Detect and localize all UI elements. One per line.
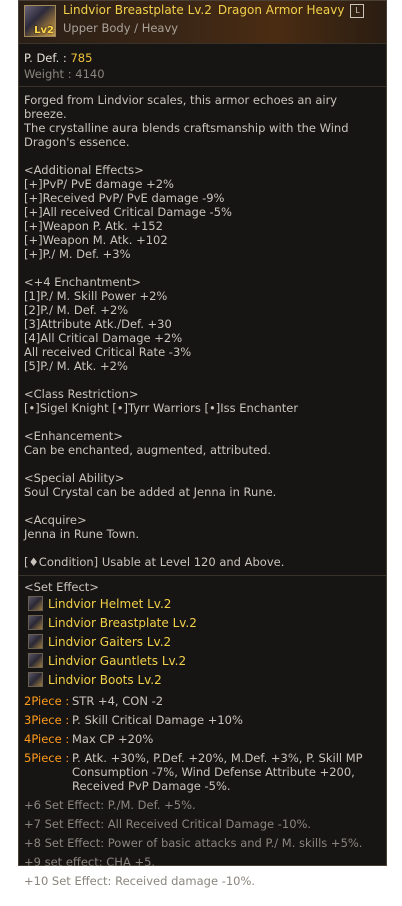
set-piece-text: Max CP +20% [72, 732, 154, 746]
description-gap [24, 541, 381, 555]
set-piece-row: 2Piece : STR +4, CON -2 [24, 694, 381, 708]
description-line: All received Critical Rate -3% [24, 345, 192, 359]
set-item-name: Lindvior Gauntlets Lv.2 [48, 653, 187, 668]
weight-row: Weight : 4140 [24, 66, 381, 82]
item-title: Lindvior Breastplate Lv.2 [63, 3, 212, 17]
description-line: [1]P./ M. Skill Power +2% [24, 289, 168, 303]
set-item-name: Lindvior Gaiters Lv.2 [48, 634, 172, 649]
description-line: [+]PvP/ PvE damage +2% [24, 177, 174, 191]
set-piece-text: P. Skill Critical Damage +10% [72, 713, 243, 727]
set-piece-label: 5Piece : [24, 751, 70, 765]
item-tooltip: Lv2 Lindvior Breastplate Lv.2 Dragon Armo… [18, 0, 387, 888]
set-piece-row: 5Piece : P. Atk. +30%, P.Def. +20%, M.De… [24, 751, 381, 793]
pdef-value: 785 [70, 51, 93, 65]
set-piece-label: 3Piece : [24, 713, 70, 727]
breastplate-icon: Lv2 [24, 5, 56, 37]
description-line: [+]Weapon P. Atk. +152 [24, 219, 163, 233]
set-items-list: Lindvior Helmet Lv.2 Lindvior Breastplate… [24, 594, 381, 689]
description-gap [24, 457, 381, 471]
item-subtitle: Upper Body / Heavy [63, 21, 179, 35]
set-effect-header: <Set Effect> [24, 580, 99, 594]
boots-icon [28, 672, 43, 687]
item-level-overlay: Lv2 [34, 25, 54, 36]
pdef-label: P. Def. : [24, 51, 71, 65]
set-piece-text: STR +4, CON -2 [72, 694, 164, 708]
description-line: Dragon's essence. [24, 135, 130, 149]
set-piece-row: 4Piece : Max CP +20% [24, 732, 381, 746]
set-item-name: Lindvior Boots Lv.2 [48, 672, 162, 687]
description-gap [24, 149, 381, 163]
set-enchant-effect: +9 set effect: CHA +5. [24, 855, 156, 869]
description-line: [+]Weapon M. Atk. +102 [24, 233, 168, 247]
set-item[interactable]: Lindvior Gaiters Lv.2 [28, 632, 381, 651]
set-item[interactable]: Lindvior Breastplate Lv.2 [28, 613, 381, 632]
description-line: Jenna in Rune Town. [24, 527, 140, 541]
item-description: Forged from Lindvior scales, this armor … [19, 87, 386, 576]
description-line: Can be enchanted, augmented, attributed. [24, 443, 272, 457]
description-line: [+]P./ M. Def. +3% [24, 247, 131, 261]
set-item-name: Lindvior Breastplate Lv.2 [48, 615, 197, 630]
description-line: <Enhancement> [24, 429, 123, 443]
pdef-row: P. Def. : 785 [24, 50, 381, 66]
description-line: [+]All received Critical Damage -5% [24, 205, 232, 219]
description-line: [4]All Critical Damage +2% [24, 331, 183, 345]
set-item-name: Lindvior Helmet Lv.2 [48, 596, 172, 611]
set-piece-label: 2Piece : [24, 694, 70, 708]
set-piece-text: P. Atk. +30%, P.Def. +20%, M.Def. +3%, P… [72, 751, 363, 793]
description-line: Forged from Lindvior scales, this armor … [24, 93, 338, 121]
description-line: <Class Restriction> [24, 387, 139, 401]
description-line: [2]P./ M. Def. +2% [24, 303, 129, 317]
set-item[interactable]: Lindvior Gauntlets Lv.2 [28, 651, 381, 670]
description-gap [24, 261, 381, 275]
set-effect-section: <Set Effect> Lindvior Helmet Lv.2 Lindvio… [19, 576, 386, 888]
weight-value: 4140 [75, 67, 105, 81]
description-line: [3]Attribute Atk./Def. +30 [24, 317, 172, 331]
description-gap [24, 373, 381, 387]
breastplate-icon [28, 615, 43, 630]
gauntlets-icon [28, 653, 43, 668]
tooltip-header: Lv2 Lindvior Breastplate Lv.2 Dragon Armo… [19, 1, 386, 44]
description-line: [5]P./ M. Atk. +2% [24, 359, 128, 373]
item-stats: P. Def. : 785 Weight : 4140 [19, 44, 386, 87]
item-title-line: Lindvior Breastplate Lv.2 Dragon Armor He… [63, 3, 365, 18]
set-piece-row: 3Piece : P. Skill Critical Damage +10% [24, 713, 381, 727]
description-line: <+4 Enchantment> [24, 275, 141, 289]
set-pieces-list: 2Piece : STR +4, CON -2 3Piece : P. Skill… [24, 694, 381, 793]
description-line: [♦Condition] Usable at Level 120 and Abo… [24, 555, 285, 569]
set-item[interactable]: Lindvior Boots Lv.2 [28, 670, 381, 689]
item-grade: Dragon Armor Heavy [217, 3, 345, 17]
description-line: <Additional Effects> [24, 163, 144, 177]
set-piece-label: 4Piece : [24, 732, 70, 746]
description-line: <Special Ability> [24, 471, 125, 485]
set-item[interactable]: Lindvior Helmet Lv.2 [28, 594, 381, 613]
description-gap [24, 499, 381, 513]
set-enchant-effects: +6 Set Effect: P./M. Def. +5%. +7 Set Eff… [24, 798, 381, 888]
description-gap [24, 415, 381, 429]
set-enchant-effect: +6 Set Effect: P./M. Def. +5%. [24, 798, 196, 812]
weight-label: Weight : [24, 67, 76, 81]
grade-badge-icon: L [350, 4, 365, 18]
description-line: <Acquire> [24, 513, 87, 527]
set-enchant-effect: +10 Set Effect: Received damage -10%. [24, 874, 256, 888]
set-enchant-effect: +7 Set Effect: All Received Critical Dam… [24, 817, 312, 831]
description-line: Soul Crystal can be added at Jenna in Ru… [24, 485, 277, 499]
description-line: The crystalline aura blends craftsmanshi… [24, 121, 349, 135]
gaiters-icon [28, 634, 43, 649]
description-line: [•]Sigel Knight [•]Tyrr Warriors [•]Iss … [24, 401, 299, 415]
helmet-icon [28, 596, 43, 611]
description-line: [+]Received PvP/ PvE damage -9% [24, 191, 225, 205]
set-enchant-effect: +8 Set Effect: Power of basic attacks an… [24, 836, 363, 850]
